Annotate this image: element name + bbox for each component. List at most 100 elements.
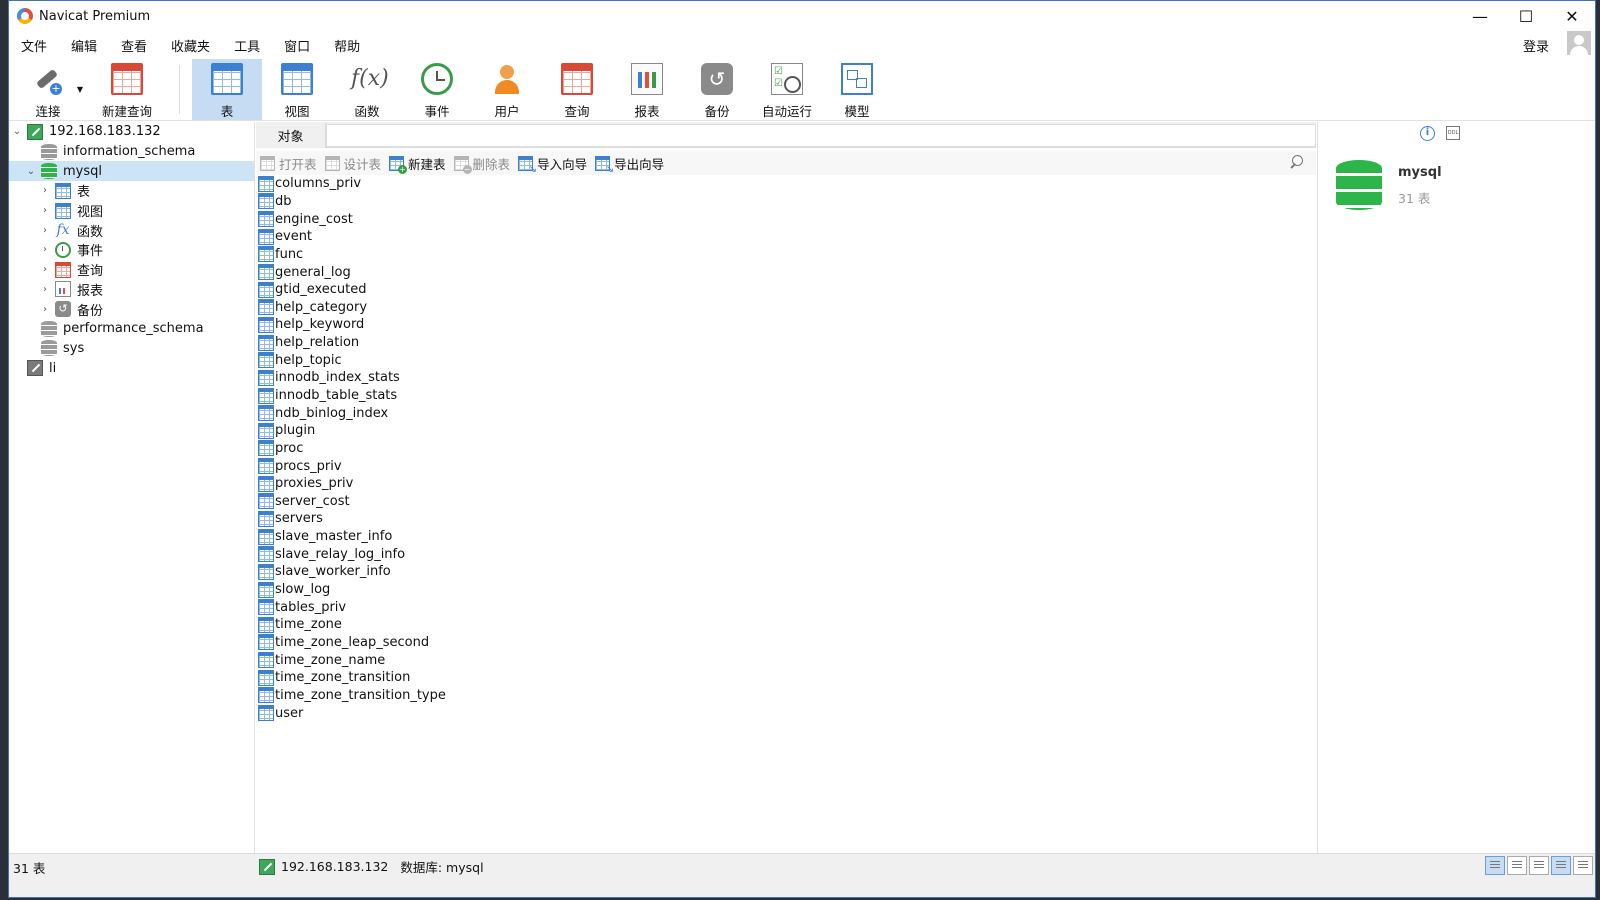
chevron-down-icon[interactable]: ⌄ — [25, 166, 37, 177]
open-table-button[interactable]: 打开表 — [260, 154, 317, 173]
table-list-item[interactable]: ndb_binlog_index — [256, 404, 1316, 422]
table-list-item[interactable]: time_zone_transition — [256, 669, 1316, 687]
tab-objects[interactable]: 对象 — [256, 122, 326, 148]
table-list-item[interactable]: innodb_index_stats — [256, 369, 1316, 387]
function-button[interactable]: f(x) 函数 — [332, 59, 402, 120]
chevron-right-icon[interactable]: › — [39, 205, 51, 216]
table-list-item[interactable]: plugin — [256, 422, 1316, 440]
table-list-item[interactable]: procs_priv — [256, 457, 1316, 475]
table-name: slave_worker_info — [275, 564, 391, 580]
menu-help[interactable]: 帮助 — [322, 36, 372, 55]
chevron-right-icon[interactable]: › — [39, 225, 51, 236]
open-table-icon — [260, 155, 275, 171]
table-list-item[interactable]: slave_master_info — [256, 528, 1316, 546]
tree-item-events[interactable]: › 事件 — [9, 240, 254, 260]
tree-db-sys[interactable]: sys — [9, 339, 254, 359]
tree-item-label: 报表 — [77, 283, 104, 299]
table-list-item[interactable]: time_zone_name — [256, 651, 1316, 669]
login-link[interactable]: 登录 — [1523, 36, 1549, 55]
table-list-item[interactable]: time_zone_leap_second — [256, 634, 1316, 652]
menu-view[interactable]: 查看 — [109, 36, 159, 55]
minimize-button[interactable]: — — [1457, 1, 1503, 31]
event-button[interactable]: 事件 — [402, 59, 472, 120]
menu-window[interactable]: 窗口 — [272, 36, 322, 55]
user-avatar-icon[interactable] — [1567, 31, 1591, 55]
database-icon — [41, 320, 57, 337]
connect-button[interactable]: 连接 ▼ — [9, 59, 87, 120]
tree-item-queries[interactable]: › 查询 — [9, 260, 254, 280]
menu-edit[interactable]: 编辑 — [59, 36, 109, 55]
menu-tools[interactable]: 工具 — [222, 36, 272, 55]
user-button[interactable]: 用户 — [472, 59, 542, 120]
table-list-item[interactable]: proxies_priv — [256, 475, 1316, 493]
table-list-item[interactable]: slow_log — [256, 581, 1316, 599]
chevron-right-icon[interactable]: › — [39, 284, 51, 295]
toggle-info-pane-icon[interactable] — [1551, 856, 1571, 875]
table-list-item[interactable]: help_keyword — [256, 316, 1316, 334]
tree-connection-row[interactable]: ⌄ 192.168.183.132 — [9, 122, 254, 142]
menu-favorites[interactable]: 收藏夹 — [159, 36, 222, 55]
info-icon[interactable]: i — [1420, 126, 1435, 141]
search-icon[interactable] — [1288, 154, 1304, 170]
chevron-right-icon[interactable]: › — [39, 244, 51, 255]
tree-db-information-schema[interactable]: information_schema — [9, 142, 254, 162]
chevron-right-icon[interactable]: › — [39, 185, 51, 196]
table-list-item[interactable]: servers — [256, 510, 1316, 528]
table-list-item[interactable]: slave_relay_log_info — [256, 545, 1316, 563]
tree-connection-li[interactable]: li — [9, 358, 254, 378]
tree-item-backups[interactable]: › ↺ 备份 — [9, 299, 254, 319]
table-list-item[interactable]: gtid_executed — [256, 281, 1316, 299]
import-wizard-button[interactable]: 导入向导 — [518, 154, 587, 175]
delete-table-button[interactable]: 删除表 — [453, 154, 510, 174]
table-list-item[interactable]: db — [256, 193, 1316, 211]
chevron-down-icon[interactable]: ⌄ — [11, 126, 23, 137]
report-button[interactable]: 报表 — [612, 59, 682, 120]
table-list-item[interactable]: help_category — [256, 298, 1316, 316]
query-button[interactable]: 查询 — [542, 59, 612, 120]
table-list-item[interactable]: help_relation — [256, 334, 1316, 352]
automation-button[interactable]: 自动运行 — [752, 59, 822, 120]
table-list-item[interactable]: columns_priv — [256, 175, 1316, 193]
backup-button[interactable]: 备份 — [682, 59, 752, 120]
table-list-item[interactable]: event — [256, 228, 1316, 246]
toggle-preview-pane-icon[interactable] — [1573, 856, 1593, 875]
tree-item-tables[interactable]: › 表 — [9, 181, 254, 201]
menu-file[interactable]: 文件 — [9, 36, 59, 55]
er-view-icon[interactable] — [1529, 856, 1549, 875]
view-button[interactable]: 视图 — [262, 59, 332, 120]
table-list-item[interactable]: engine_cost — [256, 210, 1316, 228]
table-list-item[interactable]: server_cost — [256, 493, 1316, 511]
new-table-button[interactable]: 新建表 — [389, 154, 446, 174]
close-button[interactable]: ✕ — [1549, 1, 1595, 31]
tree-db-performance-schema[interactable]: performance_schema — [9, 319, 254, 339]
new-query-button[interactable]: 新建查询 — [87, 59, 167, 120]
table-list-item[interactable]: proc — [256, 440, 1316, 458]
table-list-item[interactable]: help_topic — [256, 351, 1316, 369]
chevron-right-icon[interactable]: › — [39, 304, 51, 315]
model-button[interactable]: 模型 — [822, 59, 892, 120]
table-list-item[interactable]: slave_worker_info — [256, 563, 1316, 581]
table-list-item[interactable]: func — [256, 246, 1316, 264]
event-clock-icon — [421, 63, 453, 95]
tree-item-functions[interactable]: › fx 函数 — [9, 220, 254, 240]
table-name: procs_priv — [275, 458, 342, 474]
chevron-right-icon[interactable]: › — [39, 264, 51, 275]
tree-item-reports[interactable]: › 报表 — [9, 280, 254, 300]
ddl-icon[interactable]: DDL — [1446, 126, 1460, 140]
table-button[interactable]: 表 — [192, 59, 262, 120]
table-list-item[interactable]: general_log — [256, 263, 1316, 281]
list-view-icon[interactable] — [1485, 856, 1505, 875]
tree-db-mysql[interactable]: ⌄ mysql — [9, 161, 254, 182]
table-list-item[interactable]: user — [256, 704, 1316, 722]
tree-item-views[interactable]: › 视图 — [9, 201, 254, 221]
export-wizard-button[interactable]: 导出向导 — [595, 154, 664, 175]
maximize-button[interactable]: ☐ — [1503, 1, 1549, 31]
detail-view-icon[interactable] — [1507, 856, 1527, 875]
table-list-item[interactable]: innodb_table_stats — [256, 387, 1316, 405]
connect-dropdown-arrow-icon[interactable]: ▼ — [77, 85, 83, 94]
design-table-button[interactable]: 设计表 — [324, 154, 381, 173]
database-icon — [41, 340, 57, 357]
table-list-item[interactable]: tables_priv — [256, 598, 1316, 616]
table-list-item[interactable]: time_zone_transition_type — [256, 687, 1316, 705]
table-list-item[interactable]: time_zone — [256, 616, 1316, 634]
